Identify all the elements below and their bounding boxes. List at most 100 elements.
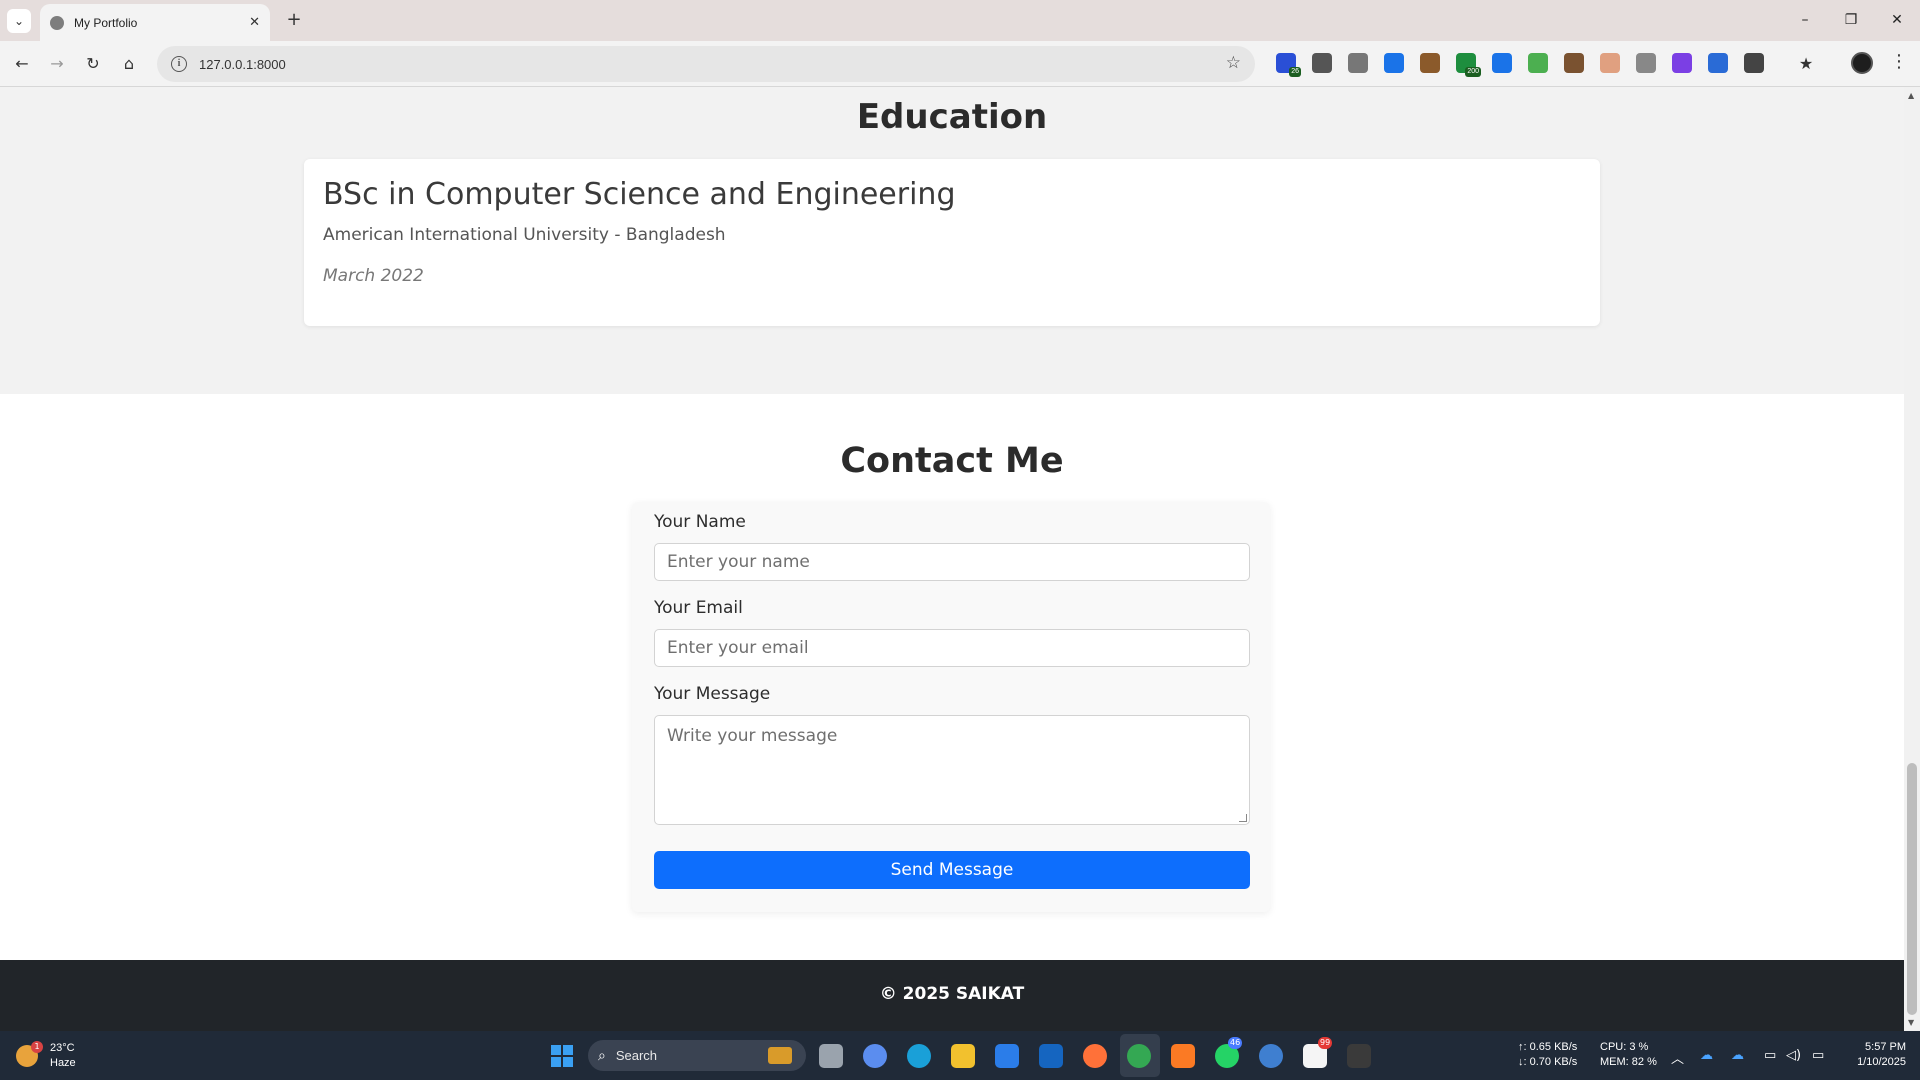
extension-avatar-icon[interactable]	[1600, 53, 1620, 73]
home-icon[interactable]: ⌂	[116, 51, 142, 77]
extension-green-icon[interactable]: 200	[1456, 53, 1481, 77]
menu-kebab-icon[interactable]: ⋮	[1890, 51, 1908, 72]
battery-icon[interactable]: ▭	[1812, 1048, 1824, 1063]
degree-title: BSc in Computer Science and Engineering	[323, 177, 956, 212]
contact-heading: Contact Me	[840, 441, 1064, 481]
tab-title: My Portfolio	[74, 15, 138, 30]
extension-code-icon[interactable]	[1636, 53, 1656, 73]
chevron-up-icon[interactable]: ︿	[1671, 1048, 1684, 1067]
tab-my-portfolio[interactable]: My Portfolio ✕	[40, 4, 270, 41]
new-tab-button[interactable]: +	[282, 9, 306, 33]
bookmarks-star-icon[interactable]: ★	[1793, 51, 1819, 77]
notion-badge: 99	[1318, 1037, 1333, 1049]
education-card: BSc in Computer Science and Engineering …	[304, 159, 1600, 326]
graduation-date: March 2022	[323, 266, 424, 286]
outlook-icon[interactable]	[1039, 1044, 1063, 1068]
reload-icon[interactable]: ↻	[80, 51, 106, 77]
school-name: American International University - Bang…	[323, 225, 726, 245]
contact-form: Your Name Enter your name Your Email Ent…	[632, 502, 1270, 912]
system-stats: CPU: 3 % MEM: 82 %	[1600, 1040, 1657, 1070]
close-window-button[interactable]: ✕	[1874, 6, 1920, 34]
weather-desc: Haze	[50, 1057, 76, 1069]
footer-copyright: © 2025 SAIKAT	[879, 984, 1025, 1004]
firefox-icon[interactable]	[1083, 1044, 1107, 1068]
resize-grip-icon[interactable]	[1239, 814, 1247, 822]
windows-taskbar: 1 23°C Haze ⌕ Search 46 99 ↑: 0.65 KB/s …	[0, 1031, 1920, 1080]
extension-pen-icon[interactable]	[1492, 53, 1512, 73]
extension-cookie-icon[interactable]	[1420, 53, 1440, 73]
email-placeholder: Enter your email	[667, 638, 809, 658]
address-bar[interactable]: i 127.0.0.1:8000 ☆	[157, 46, 1255, 82]
extension-purple-icon[interactable]	[1672, 53, 1692, 73]
xampp-icon[interactable]	[1171, 1044, 1195, 1068]
globe-icon	[50, 15, 64, 30]
forward-arrow-icon[interactable]: →	[44, 51, 70, 77]
tab-search-chevron-icon[interactable]: ⌄	[7, 9, 31, 33]
net-download: ↓: 0.70 KB/s	[1518, 1056, 1578, 1068]
profile-avatar[interactable]	[1851, 52, 1873, 74]
store-icon[interactable]	[995, 1044, 1019, 1068]
windows-start-icon[interactable]	[551, 1045, 573, 1067]
send-message-button[interactable]: Send Message	[654, 851, 1250, 889]
extension-wordpress-icon[interactable]	[1312, 53, 1332, 73]
copilot-icon[interactable]	[863, 1044, 887, 1068]
whatsapp-badge: 46	[1228, 1037, 1243, 1049]
minimize-button[interactable]: –	[1782, 6, 1828, 34]
onedrive-business-icon[interactable]: ☁	[1731, 1048, 1744, 1063]
message-label: Your Message	[654, 684, 771, 704]
name-label: Your Name	[654, 512, 746, 532]
mem-usage: MEM: 82 %	[1600, 1056, 1657, 1068]
education-heading: Education	[856, 97, 1048, 137]
extension-graduation-badge: 26	[1289, 67, 1301, 77]
network-speed: ↑: 0.65 KB/s ↓: 0.70 KB/s	[1518, 1040, 1577, 1070]
chrome-icon[interactable]	[1127, 1044, 1151, 1068]
net-upload: ↑: 0.65 KB/s	[1518, 1041, 1578, 1053]
extension-camera-icon[interactable]	[1348, 53, 1368, 73]
extension-download-icon[interactable]	[1384, 53, 1404, 73]
network-icon[interactable]: ▭	[1764, 1048, 1776, 1063]
taskbar-search[interactable]: ⌕ Search	[588, 1040, 806, 1071]
qbittorrent-icon[interactable]	[1259, 1044, 1283, 1068]
back-arrow-icon[interactable]: ←	[9, 51, 35, 77]
edge-icon[interactable]	[907, 1044, 931, 1068]
extension-owl-icon[interactable]	[1564, 53, 1584, 73]
weather-badge: 1	[31, 1041, 43, 1053]
onedrive-icon[interactable]: ☁	[1700, 1048, 1713, 1063]
email-input[interactable]: Enter your email	[654, 629, 1250, 667]
extensions-puzzle-icon[interactable]	[1744, 53, 1764, 73]
clock-date: 1/10/2025	[1857, 1056, 1906, 1068]
page-footer: © 2025 SAIKAT	[0, 960, 1904, 1031]
close-tab-icon[interactable]: ✕	[249, 15, 260, 30]
tab-strip: ⌄ My Portfolio ✕ + – ❐ ✕	[0, 0, 1920, 41]
site-info-icon[interactable]: i	[171, 56, 187, 72]
volume-icon[interactable]: ◁)	[1786, 1048, 1801, 1063]
task-view-icon[interactable]	[819, 1044, 843, 1068]
search-icon: ⌕	[598, 1047, 606, 1064]
extension-graduation-icon[interactable]: 26	[1276, 53, 1301, 77]
message-textarea[interactable]: Write your message	[654, 715, 1250, 825]
terminal-icon[interactable]	[1347, 1044, 1371, 1068]
restore-button[interactable]: ❐	[1828, 6, 1874, 34]
url-text[interactable]: 127.0.0.1:8000	[199, 57, 286, 72]
weather-temp: 23°C	[50, 1042, 75, 1054]
extension-green-badge: 200	[1465, 67, 1481, 77]
extension-translate-icon[interactable]	[1708, 53, 1728, 73]
weather-haze-icon: 1	[16, 1041, 43, 1067]
email-label: Your Email	[654, 598, 743, 618]
weather-widget[interactable]: 1 23°C Haze	[16, 1041, 76, 1071]
system-clock[interactable]: 5:57 PM 1/10/2025	[1842, 1040, 1906, 1070]
file-explorer-icon[interactable]	[951, 1044, 975, 1068]
message-placeholder: Write your message	[667, 726, 838, 746]
vertical-scrollbar[interactable]: ▲ ▼	[1904, 87, 1920, 1031]
scroll-down-arrow-icon[interactable]: ▼	[1908, 1018, 1914, 1027]
cpu-usage: CPU: 3 %	[1600, 1041, 1649, 1053]
clock-time: 5:57 PM	[1865, 1041, 1906, 1053]
education-section: Education BSc in Computer Science and En…	[0, 87, 1904, 394]
scroll-up-arrow-icon[interactable]: ▲	[1908, 91, 1914, 100]
scroll-thumb[interactable]	[1907, 763, 1917, 1015]
browser-toolbar: ← → ↻ ⌂ i 127.0.0.1:8000 ☆ 26 200 ★ ⋮	[0, 41, 1920, 87]
extension-mail-icon[interactable]	[1528, 53, 1548, 73]
name-input[interactable]: Enter your name	[654, 543, 1250, 581]
bookmark-star-icon[interactable]: ☆	[1226, 53, 1241, 73]
page-viewport: Education BSc in Computer Science and En…	[0, 87, 1904, 1031]
